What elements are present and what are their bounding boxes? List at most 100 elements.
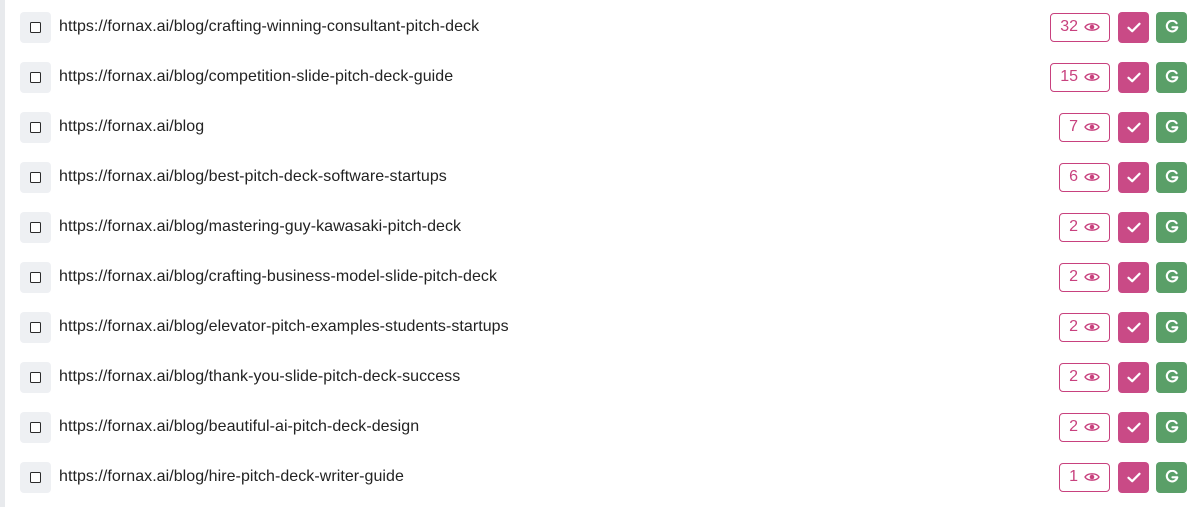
views-count: 2 xyxy=(1069,218,1078,235)
eye-icon xyxy=(1084,73,1100,81)
list-item: https://fornax.ai/blog/crafting-business… xyxy=(20,252,1187,302)
eye-icon xyxy=(1084,173,1100,181)
google-g-icon xyxy=(1165,170,1178,183)
views-badge[interactable]: 32 xyxy=(1050,12,1110,42)
google-g-icon xyxy=(1165,420,1178,433)
views-count: 2 xyxy=(1069,418,1078,435)
row-actions: 2 xyxy=(1059,211,1187,243)
google-button[interactable] xyxy=(1156,361,1187,393)
views-badge[interactable]: 2 xyxy=(1059,312,1110,342)
mark-done-button[interactable] xyxy=(1118,61,1149,93)
views-count: 7 xyxy=(1069,118,1078,135)
views-count: 2 xyxy=(1069,268,1078,285)
google-button[interactable] xyxy=(1156,11,1187,43)
checkmark-icon xyxy=(1126,22,1141,32)
views-badge[interactable]: 2 xyxy=(1059,362,1110,392)
checkbox-icon xyxy=(30,171,41,183)
mark-done-button[interactable] xyxy=(1118,411,1149,443)
google-g-icon xyxy=(1165,320,1178,333)
views-badge[interactable]: 2 xyxy=(1059,412,1110,442)
google-g-icon xyxy=(1165,470,1178,483)
google-button[interactable] xyxy=(1156,411,1187,443)
checkmark-icon xyxy=(1126,72,1141,82)
views-badge[interactable]: 2 xyxy=(1059,212,1110,242)
views-badge[interactable]: 15 xyxy=(1050,62,1110,92)
page-list: https://fornax.ai/blog/crafting-winning-… xyxy=(20,2,1187,502)
checkmark-icon xyxy=(1126,122,1141,132)
select-checkbox[interactable] xyxy=(20,161,51,193)
mark-done-button[interactable] xyxy=(1118,111,1149,143)
views-badge[interactable]: 6 xyxy=(1059,162,1110,192)
google-g-icon xyxy=(1165,370,1178,383)
checkmark-icon xyxy=(1126,422,1141,432)
mark-done-button[interactable] xyxy=(1118,461,1149,493)
checkmark-icon xyxy=(1126,322,1141,332)
page-url[interactable]: https://fornax.ai/blog/crafting-business… xyxy=(59,268,497,286)
views-count: 2 xyxy=(1069,318,1078,335)
google-g-icon xyxy=(1165,70,1178,83)
google-button[interactable] xyxy=(1156,311,1187,343)
checkbox-icon xyxy=(30,371,41,383)
select-checkbox[interactable] xyxy=(20,11,51,43)
views-count: 1 xyxy=(1069,468,1078,485)
mark-done-button[interactable] xyxy=(1118,361,1149,393)
page-url[interactable]: https://fornax.ai/blog/mastering-guy-kaw… xyxy=(59,218,461,236)
select-checkbox[interactable] xyxy=(20,411,51,443)
row-actions: 15 xyxy=(1050,61,1187,93)
row-actions: 6 xyxy=(1059,161,1187,193)
list-item: https://fornax.ai/blog/best-pitch-deck-s… xyxy=(20,152,1187,202)
row-actions: 1 xyxy=(1059,461,1187,493)
page-url[interactable]: https://fornax.ai/blog/crafting-winning-… xyxy=(59,18,479,36)
eye-icon xyxy=(1084,123,1100,131)
mark-done-button[interactable] xyxy=(1118,11,1149,43)
eye-icon xyxy=(1084,323,1100,331)
select-checkbox[interactable] xyxy=(20,311,51,343)
checkbox-icon xyxy=(30,21,41,33)
mark-done-button[interactable] xyxy=(1118,261,1149,293)
eye-icon xyxy=(1084,223,1100,231)
page-url[interactable]: https://fornax.ai/blog/hire-pitch-deck-w… xyxy=(59,468,404,486)
page-url[interactable]: https://fornax.ai/blog xyxy=(59,118,204,136)
views-count: 2 xyxy=(1069,368,1078,385)
select-checkbox[interactable] xyxy=(20,361,51,393)
list-item: https://fornax.ai/blog/crafting-winning-… xyxy=(20,2,1187,52)
checkbox-icon xyxy=(30,121,41,133)
eye-icon xyxy=(1084,473,1100,481)
list-item: https://fornax.ai/blog/beautiful-ai-pitc… xyxy=(20,402,1187,452)
list-item: https://fornax.ai/blog/thank-you-slide-p… xyxy=(20,352,1187,402)
page-url[interactable]: https://fornax.ai/blog/thank-you-slide-p… xyxy=(59,368,460,386)
select-checkbox[interactable] xyxy=(20,111,51,143)
checkmark-icon xyxy=(1126,372,1141,382)
views-count: 15 xyxy=(1060,68,1078,85)
checkmark-icon xyxy=(1126,222,1141,232)
eye-icon xyxy=(1084,273,1100,281)
page-url[interactable]: https://fornax.ai/blog/best-pitch-deck-s… xyxy=(59,168,447,186)
checkbox-icon xyxy=(30,321,41,333)
checkmark-icon xyxy=(1126,472,1141,482)
views-badge[interactable]: 2 xyxy=(1059,262,1110,292)
google-button[interactable] xyxy=(1156,61,1187,93)
google-button[interactable] xyxy=(1156,161,1187,193)
page-url[interactable]: https://fornax.ai/blog/competition-slide… xyxy=(59,68,453,86)
left-rail xyxy=(0,0,5,507)
select-checkbox[interactable] xyxy=(20,211,51,243)
google-button[interactable] xyxy=(1156,261,1187,293)
mark-done-button[interactable] xyxy=(1118,161,1149,193)
checkbox-icon xyxy=(30,71,41,83)
checkmark-icon xyxy=(1126,172,1141,182)
views-badge[interactable]: 1 xyxy=(1059,462,1110,492)
checkbox-icon xyxy=(30,421,41,433)
page-url[interactable]: https://fornax.ai/blog/elevator-pitch-ex… xyxy=(59,318,509,336)
select-checkbox[interactable] xyxy=(20,261,51,293)
google-button[interactable] xyxy=(1156,211,1187,243)
select-checkbox[interactable] xyxy=(20,61,51,93)
eye-icon xyxy=(1084,423,1100,431)
mark-done-button[interactable] xyxy=(1118,311,1149,343)
google-button[interactable] xyxy=(1156,461,1187,493)
mark-done-button[interactable] xyxy=(1118,211,1149,243)
views-badge[interactable]: 7 xyxy=(1059,112,1110,142)
page-url[interactable]: https://fornax.ai/blog/beautiful-ai-pitc… xyxy=(59,418,419,436)
checkbox-icon xyxy=(30,271,41,283)
google-button[interactable] xyxy=(1156,111,1187,143)
select-checkbox[interactable] xyxy=(20,461,51,493)
